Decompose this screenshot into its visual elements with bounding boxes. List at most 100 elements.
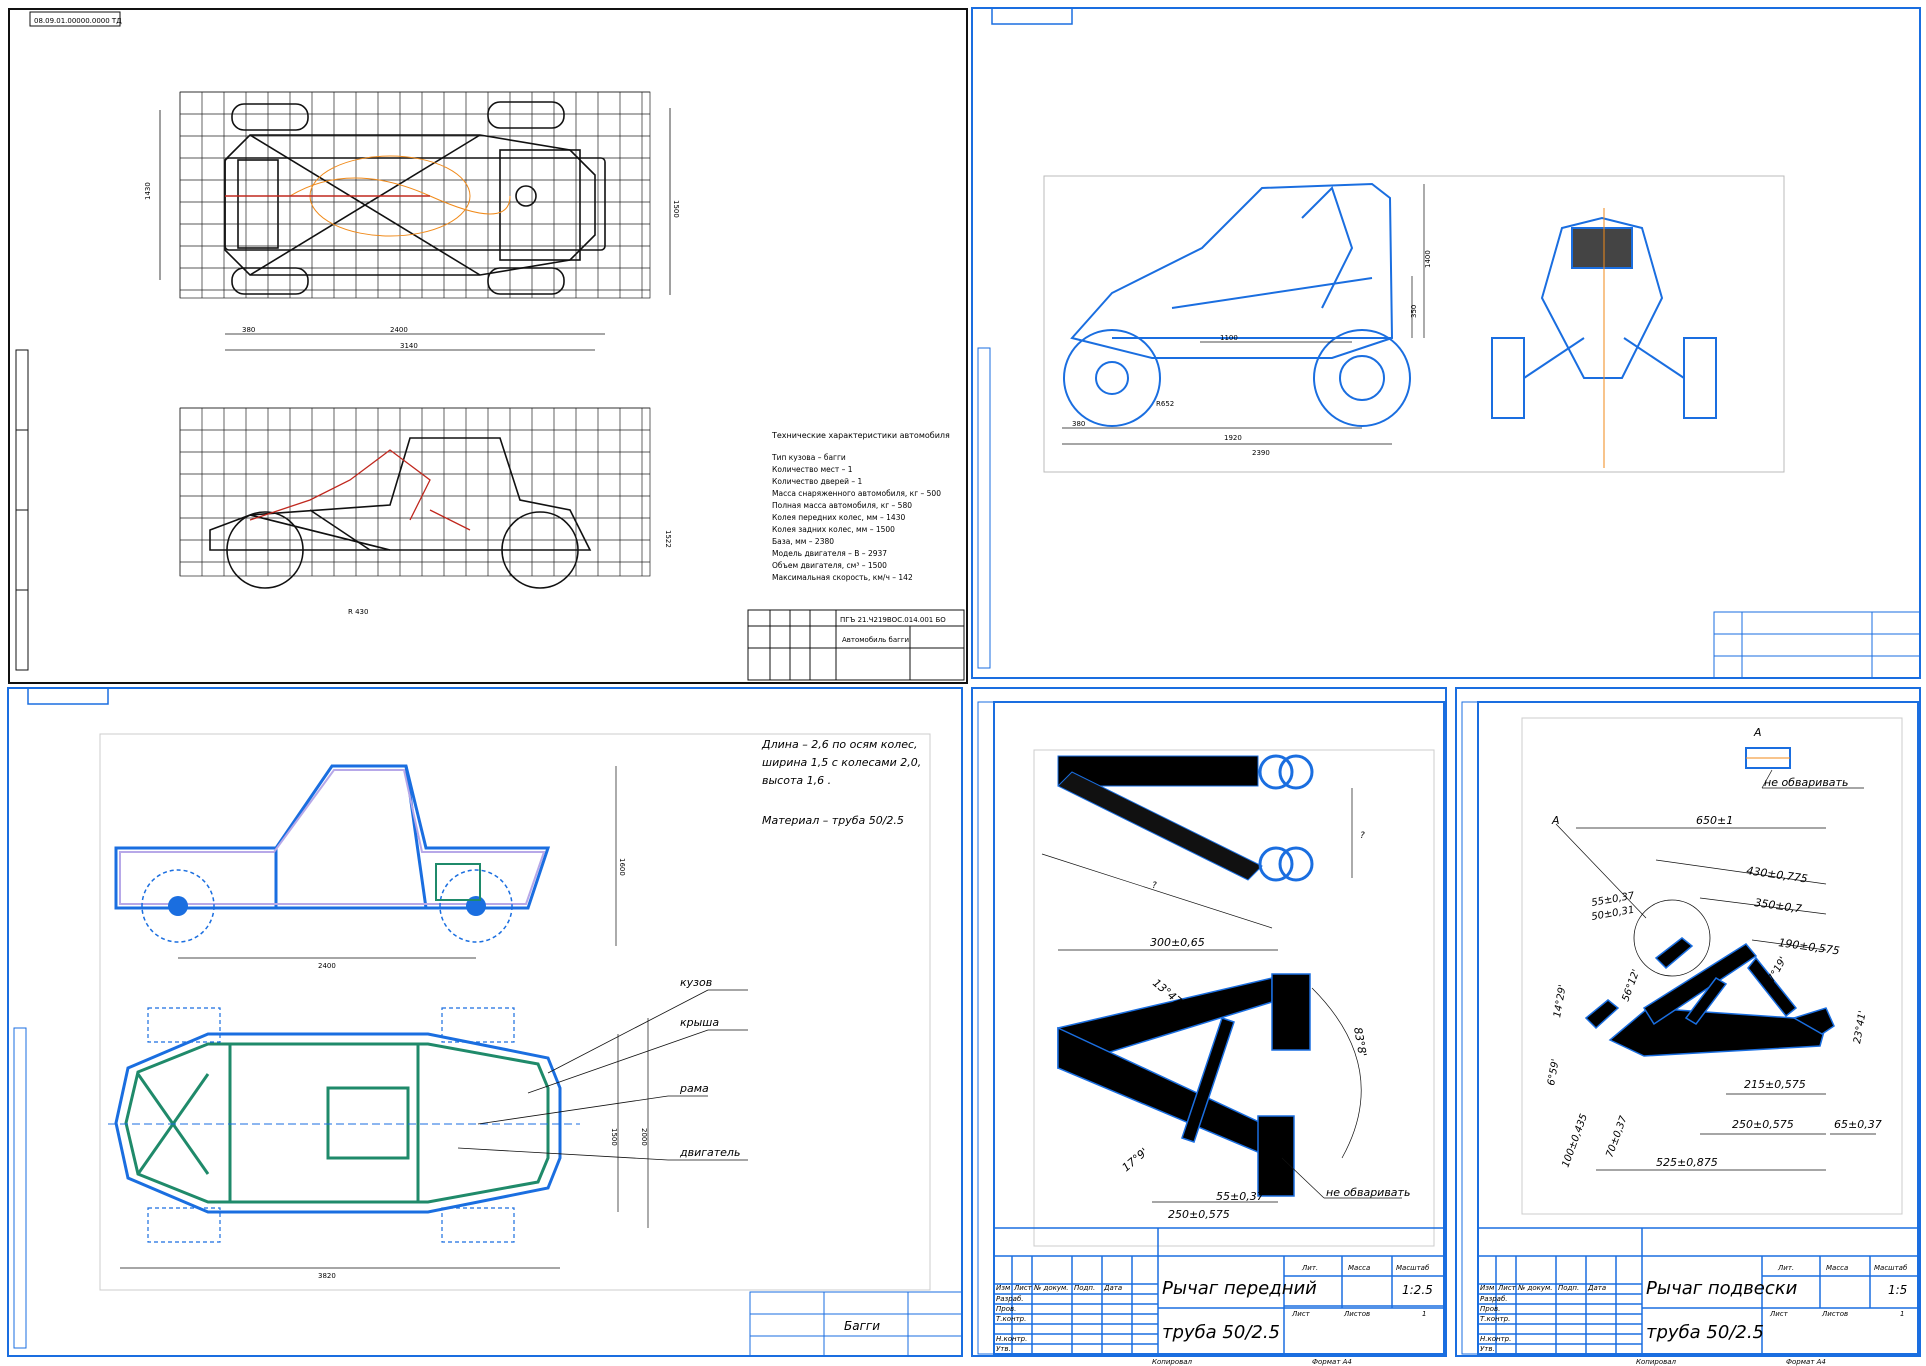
s5-podp: Подп. xyxy=(1558,1284,1579,1292)
s4-format: Формат А4 xyxy=(1312,1358,1352,1366)
s4-podp: Подп. xyxy=(1074,1284,1095,1292)
s5-tkontr: Т.контр. xyxy=(1480,1315,1510,1323)
s2-dim-1400: 1400 xyxy=(1424,250,1432,268)
s2-dim-2390: 2390 xyxy=(1252,449,1270,457)
material-note: Материал – труба 50/2.5 xyxy=(762,814,904,827)
s4-dim-300: 300±0,65 xyxy=(1150,936,1205,949)
s4-dim-q2: ? xyxy=(1360,831,1365,841)
s5-angle-69: 6°59' xyxy=(1546,1058,1561,1086)
s4-dim-55: 55±0,37 xyxy=(1216,1190,1264,1203)
dim-3140: 3140 xyxy=(400,342,418,350)
s5-massa: Масса xyxy=(1826,1264,1848,1272)
s2-dim-1920: 1920 xyxy=(1224,434,1242,442)
s5-marker-a: А xyxy=(1551,814,1560,827)
s5-angle-14: 14°29' xyxy=(1552,984,1569,1019)
s4-listov-n: 1 xyxy=(1422,1310,1426,1318)
s3-dim-2400: 2400 xyxy=(318,962,336,970)
dim-1500: 1500 xyxy=(672,200,680,218)
sheet-general-view: 380 1920 2390 1100 1400 350 R652 xyxy=(971,7,1922,680)
s5-data: Дата xyxy=(1587,1284,1606,1292)
s4-dim-q1: ? xyxy=(1152,881,1157,891)
s5-dim-100: 100±0,435 xyxy=(1560,1113,1590,1169)
s5-utv: Утв. xyxy=(1480,1345,1495,1353)
s4-angle-17: 17°9' xyxy=(1120,1145,1151,1174)
sheet3-border xyxy=(7,687,963,1357)
note-line-2: ширина 1,5 с колесами 2,0, xyxy=(762,756,921,769)
s5-list: Лист xyxy=(1497,1284,1517,1292)
s5-view-a: А xyxy=(1753,726,1762,739)
s5-scale: 1:5 xyxy=(1888,1283,1907,1297)
characteristic-line: Тип кузова – багги xyxy=(771,453,846,462)
s4-tkontr: Т.контр. xyxy=(996,1315,1026,1323)
s4-listov: Листов xyxy=(1343,1310,1370,1318)
s4-angle-83: 83°8' xyxy=(1351,1026,1369,1057)
sheet3-title: Багги xyxy=(844,1319,880,1333)
engine-block-side xyxy=(435,863,481,901)
s4-data: Дата xyxy=(1103,1284,1122,1292)
note-line-1: Длина – 2,6 по осям колес, xyxy=(761,738,918,751)
buggy-layout-canvas: 2400 1600 3820 1500 2000 кузов крыша рам… xyxy=(7,687,963,1357)
s3-dim-1500: 1500 xyxy=(610,1128,618,1146)
s5-kopir: Копировал xyxy=(1636,1358,1677,1366)
dim-1522: 1522 xyxy=(664,530,672,548)
s5-title-2: труба 50/2.5 xyxy=(1646,1322,1764,1343)
layout-notes: Длина – 2,6 по осям колес, ширина 1,5 с … xyxy=(761,738,921,827)
dim-r430: R 430 xyxy=(348,608,368,616)
top-view-frame xyxy=(224,101,606,295)
s5-no-weld: не обваривать xyxy=(1764,776,1848,789)
s5-dim-250: 250±0,575 xyxy=(1732,1118,1794,1131)
s5-masshtab: Масштаб xyxy=(1874,1264,1908,1272)
buggy-frame-top xyxy=(114,1032,562,1214)
detail-a-circle xyxy=(1633,899,1711,977)
s5-format: Формат А4 xyxy=(1786,1358,1826,1366)
s5-dim-215: 215±0,575 xyxy=(1744,1078,1806,1091)
wheels-side xyxy=(141,869,513,943)
s4-list: Лист xyxy=(1013,1284,1033,1292)
sheet-buggy-layout: 2400 1600 3820 1500 2000 кузов крыша рам… xyxy=(7,687,964,1358)
label-frame: рама xyxy=(679,1082,709,1095)
s2-dim-380: 380 xyxy=(1072,420,1085,428)
sheet2-stamp xyxy=(991,7,1073,25)
doc-code: ПГЪ 21.Ч219ВОС.014.001 БО xyxy=(840,616,946,624)
s3-dim-1600: 1600 xyxy=(618,858,626,876)
characteristic-line: Объем двигателя, см³ – 1500 xyxy=(772,561,887,570)
s5-nkontr: Н.контр. xyxy=(1480,1335,1511,1343)
characteristic-line: Количество мест – 1 xyxy=(772,465,853,474)
sheet-assembly-drawing: 08.09.01.00000.0000 ТД 380 2400 3140 143… xyxy=(8,8,968,684)
sheet-front-arm: ? ? 300±0,65 250±0,575 55±0,37 13°47' 17… xyxy=(971,687,1448,1366)
sheet2-title-block xyxy=(1713,611,1921,679)
s4-prov: Пров. xyxy=(996,1305,1016,1313)
s4-massa: Масса xyxy=(1348,1264,1370,1272)
s5-lit: Лит. xyxy=(1777,1264,1794,1272)
dim-1430: 1430 xyxy=(144,182,152,200)
s5-dim-190: 190±0,575 xyxy=(1778,936,1841,957)
s4-nkontr: Н.контр. xyxy=(996,1335,1027,1343)
s5-dim-525: 525±0,875 xyxy=(1656,1156,1718,1169)
s5-dim-65: 65±0,37 xyxy=(1834,1118,1882,1131)
characteristic-line: Колея передних колес, мм – 1430 xyxy=(772,513,905,522)
s5-listov-n: 1 xyxy=(1900,1310,1904,1318)
s3-dim-3820: 3820 xyxy=(318,1272,336,1280)
s4-kopir: Копировал xyxy=(1152,1358,1193,1366)
label-roof: крыша xyxy=(680,1016,719,1029)
s5-dim-70: 70±0,37 xyxy=(1604,1114,1629,1159)
s4-title-1: Рычаг передний xyxy=(1162,1278,1317,1299)
s5-listov: Листов xyxy=(1821,1310,1848,1318)
characteristic-line: Полная масса автомобиля, кг – 580 xyxy=(772,501,912,510)
s5-ndok: № докум. xyxy=(1517,1284,1553,1292)
dim-2400: 2400 xyxy=(390,326,408,334)
s2-dim-1100: 1100 xyxy=(1220,334,1238,342)
front-arm-plan-view xyxy=(1057,973,1311,1197)
buggy-body-side xyxy=(114,764,551,910)
s5-list2: Лист xyxy=(1769,1310,1789,1318)
stamp-code: 08.09.01.00000.0000 ТД xyxy=(34,17,122,25)
s5-dim-430: 430±0,775 xyxy=(1746,864,1809,885)
front-arm-canvas: ? ? 300±0,65 250±0,575 55±0,37 13°47' 17… xyxy=(971,687,1447,1366)
label-engine: двигатель xyxy=(679,1146,740,1159)
dim-380: 380 xyxy=(242,326,255,334)
characteristics-title: Технические характеристики автомобиля xyxy=(771,431,950,440)
sheet2-border xyxy=(971,7,1921,679)
s4-razrab: Разраб. xyxy=(996,1295,1024,1303)
s5-prov: Пров. xyxy=(1480,1305,1500,1313)
s4-ndok: № докум. xyxy=(1033,1284,1069,1292)
